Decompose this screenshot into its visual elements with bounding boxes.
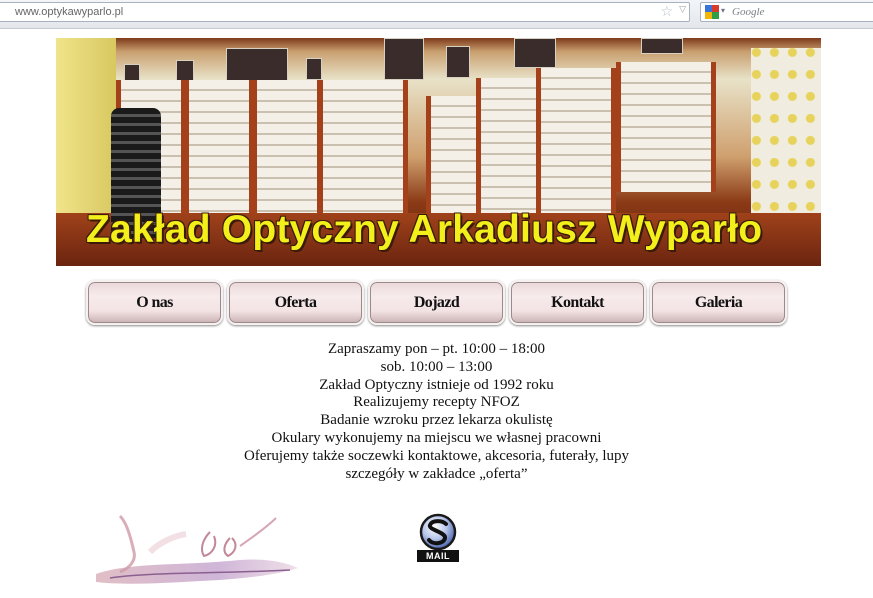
info-line: Zakład Optyczny istnieje od 1992 roku [319, 376, 554, 393]
banner-poster [226, 48, 288, 82]
mail-icon [419, 513, 457, 551]
address-bar-url[interactable]: www.optykawyparlo.pl [15, 6, 123, 18]
banner-poster [384, 38, 424, 80]
nav-button-label: Galeria [694, 293, 743, 311]
banner-poster [306, 58, 322, 80]
nav-button-kontakt[interactable]: Kontakt [509, 280, 646, 325]
google-icon[interactable] [705, 5, 719, 19]
address-bar[interactable]: www.optykawyparlo.pl ☆ ▽ [0, 2, 690, 22]
info-line: Okulary wykonujemy na miejscu we własnej… [271, 429, 602, 446]
opening-hours-saturday: sob. 10:00 – 13:00 [380, 358, 493, 375]
mail-label: MAIL [417, 550, 459, 562]
banner-shelf [616, 62, 716, 192]
info-line: Badanie wzroku przez lekarza okulistę [320, 412, 553, 429]
banner-poster [446, 46, 470, 78]
info-line: Oferujemy także soczewki kontaktowe, akc… [243, 447, 630, 464]
info-line: szczegóły w zakładce „oferta” [345, 465, 528, 482]
search-bar[interactable]: ▾ Google [700, 2, 873, 22]
eyeglasses-icon [96, 514, 298, 584]
nav-button-galeria[interactable]: Galeria [650, 280, 787, 325]
nav-button-oferta[interactable]: Oferta [227, 280, 364, 325]
star-icon[interactable]: ☆ [660, 4, 673, 20]
nav-button-label: Kontakt [551, 293, 604, 311]
search-engine-dropdown-icon[interactable]: ▾ [721, 6, 725, 15]
main-navigation: O nas Oferta Dojazd Kontakt Galeria [86, 280, 792, 328]
header-banner: Zakład Optyczny Arkadiusz Wyparło [56, 38, 821, 266]
info-line: Realizujemy recepty NFOZ [353, 394, 520, 411]
nav-button-label: O nas [136, 293, 173, 311]
nav-button-label: Dojazd [413, 293, 460, 311]
banner-poster [514, 38, 556, 68]
banner-shelf [536, 68, 616, 218]
mail-button[interactable]: MAIL [416, 512, 460, 564]
nav-button-label: Oferta [274, 293, 317, 311]
main-content: Zapraszamy pon – pt. 10:00 – 18:00 sob. … [0, 341, 873, 483]
banner-poster [641, 38, 683, 54]
nav-button-o-nas[interactable]: O nas [86, 280, 223, 325]
banner-title: Zakład Optyczny Arkadiusz Wyparło [86, 208, 763, 251]
chevron-down-icon[interactable]: ▽ [679, 5, 686, 15]
opening-hours-weekdays: Zapraszamy pon – pt. 10:00 – 18:00 [327, 341, 546, 357]
search-input[interactable]: Google [732, 6, 764, 18]
browser-toolbar: www.optykawyparlo.pl ☆ ▽ ▾ Google [0, 0, 873, 29]
nav-button-dojazd[interactable]: Dojazd [368, 280, 505, 325]
